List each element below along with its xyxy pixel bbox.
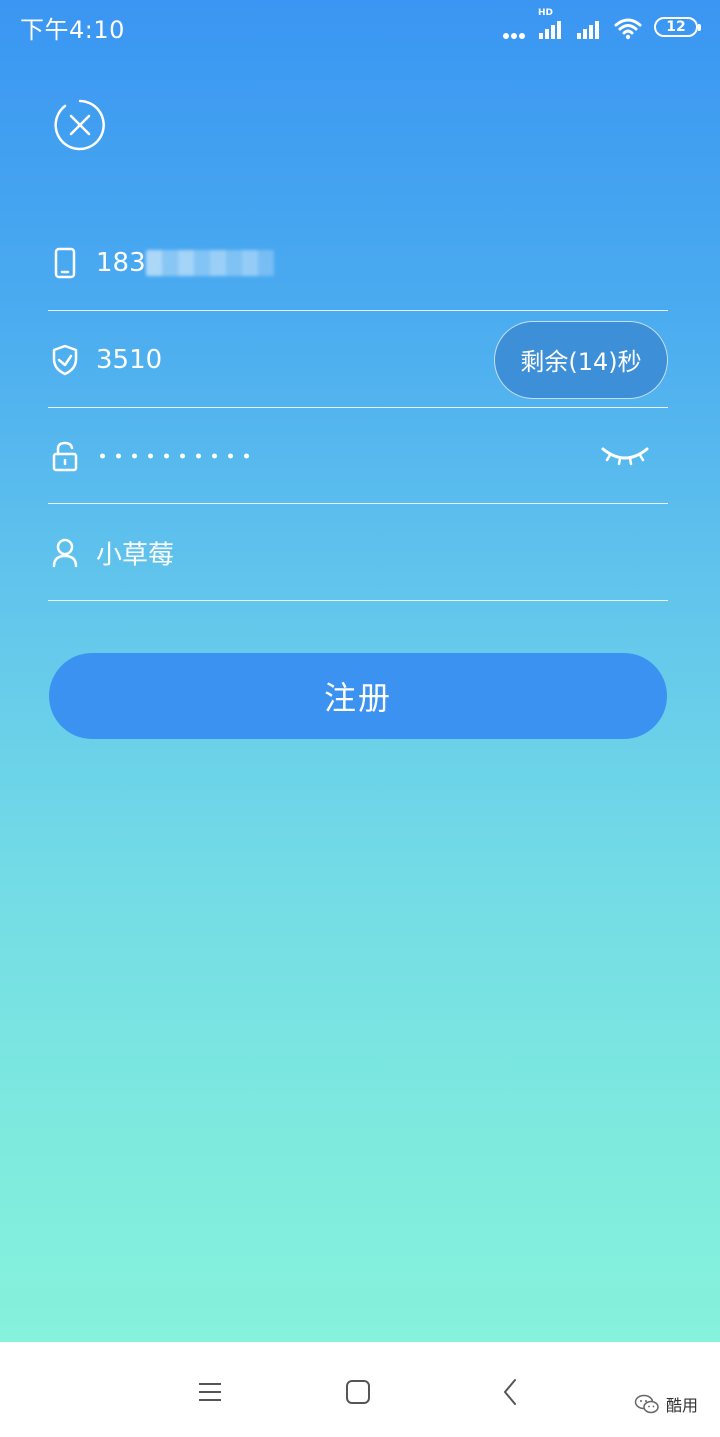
status-time: 下午4:10 <box>20 16 125 44</box>
hd-label: HD <box>538 8 554 18</box>
signal-icon <box>576 16 602 40</box>
dots-icon <box>502 32 526 40</box>
phone-blur-mask <box>145 250 274 276</box>
password-dot <box>164 453 169 458</box>
password-dot <box>180 453 185 458</box>
wechat-icon <box>634 1394 659 1414</box>
signal-hd-icon: HD <box>538 8 564 40</box>
nickname-row[interactable]: 小草莓 <box>48 505 668 601</box>
watermark: 酷用 <box>634 1392 698 1416</box>
countdown-button[interactable]: 剩余(14)秒 <box>494 320 668 399</box>
status-icons: HD 12 <box>502 8 701 40</box>
watermark-text: 酷用 <box>665 1396 698 1415</box>
eye-closed-icon[interactable] <box>600 443 650 469</box>
register-screen: 下午4:10 HD 12 183 3510 剩余(14)秒 小草莓 注册 酷用 <box>0 0 720 1437</box>
status-bar: 下午4:10 HD 12 <box>0 0 720 52</box>
phone-value: 183 <box>96 247 146 278</box>
phone-field[interactable]: 183 <box>96 248 274 278</box>
battery-level: 12 <box>666 19 686 35</box>
nickname-field[interactable]: 小草莓 <box>96 534 174 571</box>
battery-icon: 12 <box>654 17 701 37</box>
wifi-icon <box>614 16 642 40</box>
register-button[interactable]: 注册 <box>49 653 667 739</box>
user-icon <box>50 536 80 570</box>
password-row[interactable] <box>48 408 668 504</box>
password-dot <box>116 453 121 458</box>
code-field[interactable]: 3510 <box>96 345 162 375</box>
menu-icon[interactable] <box>190 1372 230 1412</box>
code-row[interactable]: 3510 剩余(14)秒 <box>48 312 668 408</box>
close-button[interactable] <box>53 98 107 152</box>
phone-row[interactable]: 183 <box>48 215 668 311</box>
shield-icon <box>50 343 80 377</box>
lock-icon <box>50 439 80 473</box>
password-field[interactable] <box>100 453 249 458</box>
phone-icon <box>50 246 80 280</box>
close-circle-icon <box>54 99 105 151</box>
password-dot <box>212 453 217 458</box>
password-dot <box>148 453 153 458</box>
back-icon[interactable] <box>490 1372 530 1412</box>
password-dot <box>100 453 105 458</box>
home-icon[interactable] <box>338 1372 378 1412</box>
password-dot <box>196 453 201 458</box>
password-dot <box>228 453 233 458</box>
nav-bar: 酷用 <box>0 1342 720 1437</box>
password-dot <box>244 453 249 458</box>
password-dot <box>132 453 137 458</box>
